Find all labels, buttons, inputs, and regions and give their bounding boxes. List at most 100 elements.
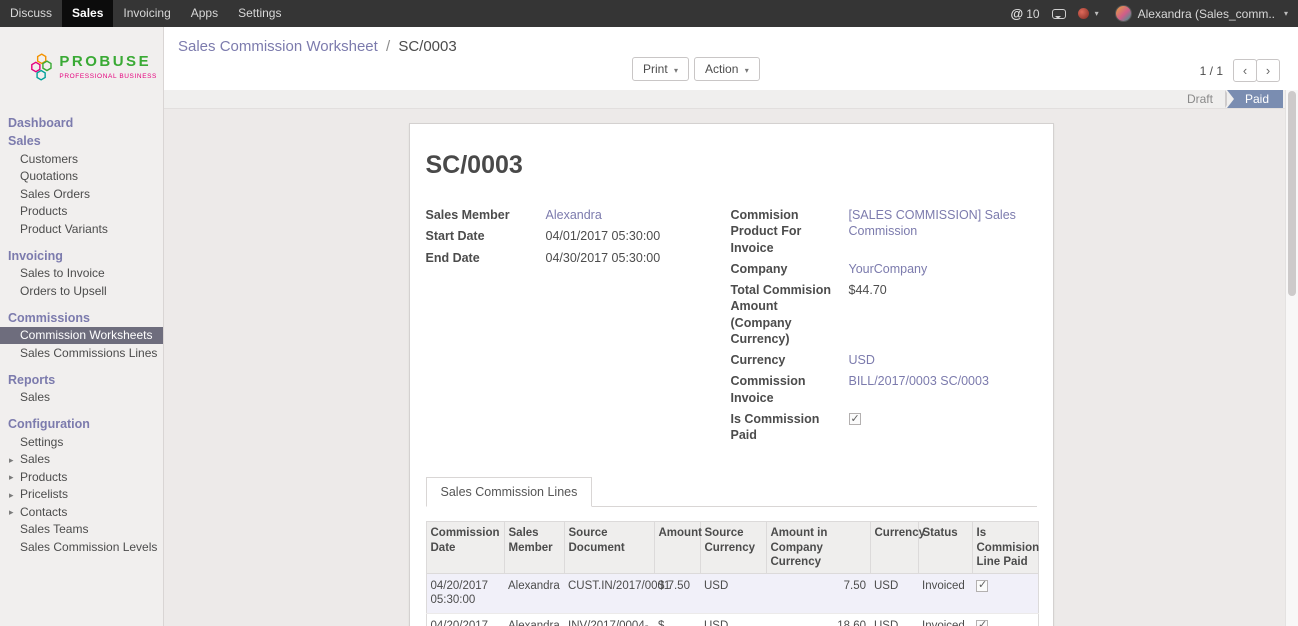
table-header-row: Commission Date Sales Member Source Docu… [426, 522, 1038, 574]
action-button[interactable]: Action ▾ [694, 57, 760, 81]
sidebar-item-config-contacts[interactable]: ▸ Contacts [0, 503, 163, 521]
field-label-end-date: End Date [426, 250, 546, 266]
expand-caret-icon: ▸ [9, 506, 14, 519]
tab-sales-commission-lines[interactable]: Sales Commission Lines [426, 477, 593, 507]
cell-date: 04/20/2017 05:30:00 [426, 574, 504, 613]
table-row[interactable]: 04/20/2017 05:30:00 Alexandra INV/2017/0… [426, 613, 1038, 626]
field-label-commission-product: Commision Product For Invoice [731, 207, 849, 256]
pager-count: 1 / 1 [1200, 64, 1223, 78]
col-source-document: Source Document [564, 522, 654, 574]
debug-menu[interactable]: ▾ [1078, 8, 1099, 19]
sidebar-item-reports-sales[interactable]: Sales [0, 389, 163, 407]
sidebar-item-sales-commission-levels[interactable]: Sales Commission Levels [0, 538, 163, 556]
sidebar: PROBUSE PROFESSIONAL BUSINESS Dashboard … [0, 27, 164, 626]
cell-source-currency: USD [700, 574, 766, 613]
sidebar-item-config-pricelists[interactable]: ▸ Pricelists [0, 486, 163, 504]
menu-sales[interactable]: Sales [62, 0, 113, 27]
activity-count: 10 [1026, 7, 1039, 21]
pager-prev-button[interactable]: ‹ [1233, 59, 1257, 82]
brand-name: PROBUSE [59, 54, 157, 71]
sidebar-item-label: Contacts [20, 505, 67, 519]
activity-icon: @ [1011, 6, 1024, 21]
table-row[interactable]: 04/20/2017 05:30:00 Alexandra CUST.IN/20… [426, 574, 1038, 613]
col-is-commission-line-paid: Is Commision Line Paid [972, 522, 1038, 574]
sidebar-item-label: Pricelists [20, 487, 68, 501]
sidebar-item-sales-orders[interactable]: Sales Orders [0, 185, 163, 203]
menu-discuss[interactable]: Discuss [0, 0, 62, 27]
cell-company-amount: 18.60 [766, 613, 870, 626]
print-button-label: Print [643, 62, 668, 76]
scrollbar-thumb[interactable] [1288, 91, 1296, 296]
menu-settings[interactable]: Settings [228, 0, 291, 27]
breadcrumb-parent-link[interactable]: Sales Commission Worksheet [178, 38, 378, 55]
expand-caret-icon: ▸ [9, 489, 14, 502]
sidebar-item-config-settings[interactable]: Settings [0, 433, 163, 451]
menu-invoicing[interactable]: Invoicing [113, 0, 180, 27]
sales-member-link[interactable]: Alexandra [546, 208, 602, 222]
app-menus: Discuss Sales Invoicing Apps Settings [0, 0, 291, 27]
start-date-value: 04/01/2017 05:30:00 [546, 228, 661, 244]
brand-tagline: PROFESSIONAL BUSINESS [59, 73, 157, 80]
topbar-right: @ 10 ▾ Alexandra (Sales_comm.. ▾ [1011, 0, 1298, 27]
sidebar-item-config-sales[interactable]: ▸ Sales [0, 451, 163, 469]
cell-status: Invoiced [918, 574, 972, 613]
messages-menu[interactable] [1052, 9, 1066, 19]
sidebar-item-quotations[interactable]: Quotations [0, 168, 163, 186]
col-source-currency: Source Currency [700, 522, 766, 574]
print-button[interactable]: Print ▾ [632, 57, 689, 81]
status-paid[interactable]: Paid [1227, 90, 1283, 108]
cell-line-paid [972, 574, 1038, 613]
sidebar-nav: Dashboard Sales Customers Quotations Sal… [0, 114, 163, 556]
sidebar-item-products[interactable]: Products [0, 203, 163, 221]
activity-menu[interactable]: @ 10 [1011, 6, 1040, 21]
status-draft[interactable]: Draft [1175, 90, 1225, 108]
user-name: Alexandra (Sales_comm.. [1138, 7, 1275, 21]
sidebar-item-config-products[interactable]: ▸ Products [0, 468, 163, 486]
record-title: SC/0003 [426, 151, 1037, 180]
breadcrumb-separator: / [386, 38, 390, 55]
sidebar-heading-reports[interactable]: Reports [0, 371, 163, 389]
currency-link[interactable]: USD [849, 353, 875, 367]
breadcrumb-current: SC/0003 [398, 38, 456, 55]
sidebar-item-orders-to-upsell[interactable]: Orders to Upsell [0, 282, 163, 300]
field-label-total-commission-amount: Total Commision Amount (Company Currency… [731, 282, 849, 347]
pager-next-button[interactable]: › [1256, 59, 1280, 82]
commission-invoice-link[interactable]: BILL/2017/0003 SC/0003 [849, 374, 989, 388]
sidebar-item-product-variants[interactable]: Product Variants [0, 220, 163, 238]
user-menu[interactable]: Alexandra (Sales_comm.. ▾ [1111, 5, 1292, 22]
field-label-commission-invoice: Commission Invoice [731, 373, 849, 406]
total-commission-amount-value: $44.70 [849, 282, 887, 347]
form-sheet: SC/0003 Sales Member Alexandra Start Dat… [409, 123, 1054, 626]
vertical-scrollbar[interactable] [1285, 90, 1298, 626]
sidebar-item-sales-teams[interactable]: Sales Teams [0, 521, 163, 539]
sidebar-item-commission-worksheets[interactable]: Commission Worksheets [0, 327, 163, 345]
chevron-down-icon: ▾ [1284, 9, 1288, 18]
commission-lines-table: Commission Date Sales Member Source Docu… [426, 521, 1039, 626]
sidebar-item-customers[interactable]: Customers [0, 150, 163, 168]
app-logo[interactable]: PROBUSE PROFESSIONAL BUSINESS [0, 27, 163, 105]
menu-apps[interactable]: Apps [181, 0, 228, 27]
end-date-value: 04/30/2017 05:30:00 [546, 250, 661, 266]
col-amount-company-currency: Amount in Company Currency [766, 522, 870, 574]
cell-source: CUST.IN/2017/0001 [564, 574, 654, 613]
field-label-is-commission-paid: Is Commission Paid [731, 411, 849, 444]
sidebar-heading-dashboard[interactable]: Dashboard [0, 114, 163, 132]
sidebar-heading-sales[interactable]: Sales [0, 132, 163, 150]
is-commission-paid-checkbox[interactable] [849, 413, 861, 425]
company-link[interactable]: YourCompany [849, 262, 928, 276]
field-label-sales-member: Sales Member [426, 207, 546, 223]
sidebar-item-sales-commissions-lines[interactable]: Sales Commissions Lines [0, 344, 163, 362]
cell-status: Invoiced [918, 613, 972, 626]
sidebar-item-label: Sales [20, 452, 50, 466]
cell-member: Alexandra [504, 613, 564, 626]
sidebar-heading-invoicing[interactable]: Invoicing [0, 247, 163, 265]
avatar [1115, 5, 1132, 22]
cell-line-paid [972, 613, 1038, 626]
chat-icon [1052, 9, 1066, 19]
commission-product-link[interactable]: [SALES COMMISSION] Sales Commission [849, 208, 1016, 238]
sidebar-heading-commissions[interactable]: Commissions [0, 309, 163, 327]
breadcrumb: Sales Commission Worksheet / SC/0003 [164, 27, 1298, 55]
sidebar-item-sales-to-invoice[interactable]: Sales to Invoice [0, 265, 163, 283]
chevron-down-icon: ▾ [1095, 9, 1099, 18]
sidebar-heading-configuration[interactable]: Configuration [0, 415, 163, 433]
